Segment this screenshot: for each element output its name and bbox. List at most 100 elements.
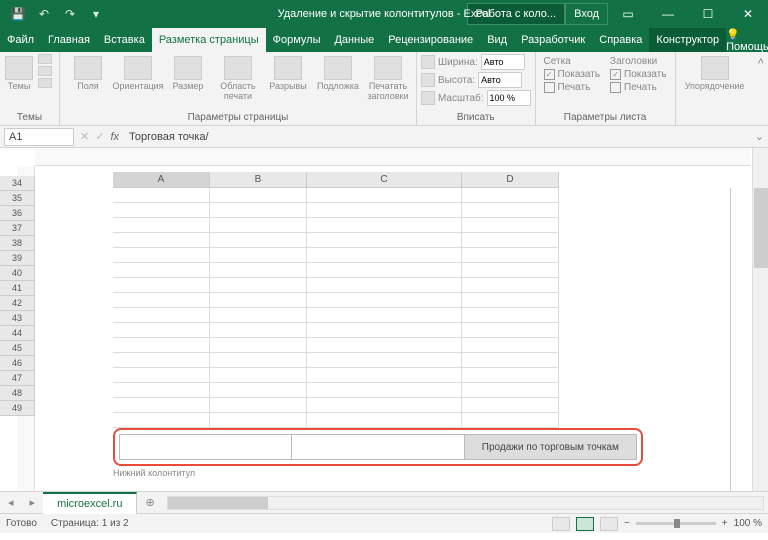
- row-header[interactable]: 42: [0, 296, 35, 311]
- column-header[interactable]: C: [307, 172, 462, 188]
- undo-icon[interactable]: ↶: [34, 4, 54, 24]
- tell-me[interactable]: 💡 Помощь: [726, 28, 768, 53]
- headings-label: Заголовки: [610, 56, 667, 67]
- orientation-button[interactable]: Ориентация: [114, 54, 162, 94]
- cancel-icon[interactable]: ✕: [80, 130, 89, 143]
- row-header[interactable]: 36: [0, 206, 35, 221]
- tab-developer[interactable]: Разработчик: [514, 28, 592, 52]
- gridlines-label: Сетка: [544, 56, 601, 67]
- group-fit-title: Вписать: [421, 110, 531, 125]
- add-sheet-icon[interactable]: ⊕: [137, 496, 162, 509]
- formula-input[interactable]: Торговая точка/: [125, 131, 749, 143]
- tab-layout[interactable]: Разметка страницы: [152, 28, 266, 52]
- height-input[interactable]: [478, 72, 522, 88]
- tab-view[interactable]: Вид: [480, 28, 514, 52]
- row-header[interactable]: 44: [0, 326, 35, 341]
- sheet-nav-prev-icon[interactable]: ◂: [0, 496, 22, 509]
- row-header[interactable]: 43: [0, 311, 35, 326]
- view-pagebreak-icon[interactable]: [600, 517, 618, 531]
- zoom-in-icon[interactable]: +: [722, 518, 728, 529]
- maximize-icon[interactable]: ☐: [688, 0, 728, 28]
- row-header[interactable]: 38: [0, 236, 35, 251]
- footer-left[interactable]: [120, 435, 292, 459]
- effects-icon[interactable]: [38, 78, 52, 88]
- row-header[interactable]: 34: [0, 176, 35, 191]
- row-header[interactable]: 37: [0, 221, 35, 236]
- status-ready: Готово: [6, 518, 37, 529]
- hdr-show-check[interactable]: ✓Показать: [610, 69, 667, 80]
- print-titles-button[interactable]: Печатать заголовки: [364, 54, 412, 104]
- qat-more-icon[interactable]: ▾: [86, 4, 106, 24]
- tab-home[interactable]: Главная: [41, 28, 97, 52]
- hdr-print-check[interactable]: Печать: [610, 82, 667, 93]
- row-header[interactable]: 47: [0, 371, 35, 386]
- tab-help[interactable]: Справка: [592, 28, 649, 52]
- scale-icon: [421, 91, 435, 105]
- zoom-value[interactable]: 100 %: [734, 518, 762, 529]
- breaks-button[interactable]: Разрывы: [264, 54, 312, 94]
- sheet-tab[interactable]: microexcel.ru: [43, 492, 137, 514]
- fonts-icon[interactable]: [38, 66, 52, 76]
- footer-center[interactable]: [292, 435, 464, 459]
- formula-bar: A1 ✕ ✓ fx Торговая точка/ ⌄: [0, 126, 768, 148]
- width-input[interactable]: [481, 54, 525, 70]
- ruler-horizontal: [35, 148, 750, 166]
- arrange-button[interactable]: Упорядочение: [680, 54, 750, 94]
- margins-button[interactable]: Поля: [64, 54, 112, 94]
- ribbon: Темы Темы Поля Ориентация Размер Область…: [0, 52, 768, 126]
- expand-formula-icon[interactable]: ⌄: [755, 130, 764, 143]
- row-header[interactable]: 46: [0, 356, 35, 371]
- close-icon[interactable]: ✕: [728, 0, 768, 28]
- scale-input[interactable]: [487, 90, 531, 106]
- background-button[interactable]: Подложка: [314, 54, 362, 94]
- status-bar: Готово Страница: 1 из 2 − + 100 %: [0, 513, 768, 533]
- enter-icon[interactable]: ✓: [95, 130, 104, 143]
- themes-button[interactable]: Темы: [4, 54, 34, 94]
- zoom-slider[interactable]: [636, 522, 716, 525]
- row-header[interactable]: 39: [0, 251, 35, 266]
- tab-design[interactable]: Конструктор: [649, 28, 726, 52]
- row-headers: 34353637383940414243444546474849: [0, 176, 35, 416]
- collapse-ribbon-icon[interactable]: ˄: [754, 52, 768, 125]
- height-icon: [421, 73, 435, 87]
- redo-icon[interactable]: ↷: [60, 4, 80, 24]
- column-header[interactable]: D: [462, 172, 559, 188]
- zoom-out-icon[interactable]: −: [624, 518, 630, 529]
- scrollbar-horizontal[interactable]: [167, 496, 764, 510]
- grid-print-check[interactable]: Печать: [544, 82, 601, 93]
- row-header[interactable]: 48: [0, 386, 35, 401]
- sheet-nav-next-icon[interactable]: ▸: [22, 496, 44, 509]
- colors-icon[interactable]: [38, 54, 52, 64]
- row-header[interactable]: 45: [0, 341, 35, 356]
- ribbon-options-icon[interactable]: ▭: [608, 0, 648, 28]
- sheet-tabs-bar: ◂ ▸ microexcel.ru ⊕: [0, 491, 768, 513]
- group-themes-title: Темы: [4, 110, 55, 125]
- row-header[interactable]: 49: [0, 401, 35, 416]
- name-box[interactable]: A1: [4, 128, 74, 146]
- tab-insert[interactable]: Вставка: [97, 28, 152, 52]
- grid-show-check[interactable]: ✓Показать: [544, 69, 601, 80]
- column-headers: ABCD: [113, 172, 559, 188]
- column-header[interactable]: B: [210, 172, 307, 188]
- footer-area: Продажи по торговым точкам Нижний колонт…: [113, 428, 643, 478]
- fx-icon[interactable]: fx: [110, 131, 119, 143]
- view-layout-icon[interactable]: [576, 517, 594, 531]
- tab-data[interactable]: Данные: [327, 28, 381, 52]
- view-normal-icon[interactable]: [552, 517, 570, 531]
- width-icon: [421, 55, 435, 69]
- scrollbar-vertical[interactable]: [752, 148, 768, 491]
- group-page-title: Параметры страницы: [64, 110, 412, 125]
- tab-file[interactable]: Файл: [0, 28, 41, 52]
- login-button[interactable]: Вход: [565, 3, 608, 25]
- row-header[interactable]: 40: [0, 266, 35, 281]
- row-header[interactable]: 41: [0, 281, 35, 296]
- tab-review[interactable]: Рецензирование: [381, 28, 480, 52]
- row-header[interactable]: 35: [0, 191, 35, 206]
- save-icon[interactable]: 💾: [8, 4, 28, 24]
- footer-right[interactable]: Продажи по торговым точкам: [465, 435, 636, 459]
- minimize-icon[interactable]: —: [648, 0, 688, 28]
- print-area-button[interactable]: Область печати: [214, 54, 262, 104]
- tab-formulas[interactable]: Формулы: [266, 28, 328, 52]
- size-button[interactable]: Размер: [164, 54, 212, 94]
- column-header[interactable]: A: [113, 172, 210, 188]
